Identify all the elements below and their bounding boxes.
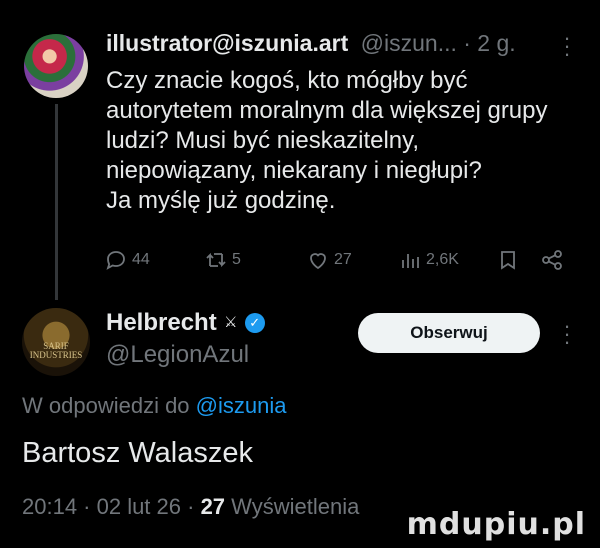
like-count: 27 (334, 251, 352, 268)
tweet2-handle[interactable]: @LegionAzul (106, 341, 249, 369)
reply-context: W odpowiedzi do @iszunia (22, 393, 287, 419)
tweet1-display-name[interactable]: illustrator@iszunia.art (106, 30, 348, 56)
views-count: 2,6K (426, 251, 459, 268)
verified-icon: ✓ (244, 313, 265, 333)
tweet2-timestamp-row: 20:14 · 02 lut 26 · 27 Wyświetlenia (22, 494, 359, 520)
repost-icon (206, 252, 226, 268)
tweet2-text: Bartosz Walaszek (22, 437, 253, 469)
tweet1-line: autorytetem moralnym dla większej grupy (106, 97, 548, 124)
tweet1-text: Czy znacie kogoś, kto mógłby być autoryt… (106, 66, 566, 216)
avatar-illustrator[interactable] (24, 34, 88, 98)
reply-button[interactable]: 44 (104, 246, 150, 274)
share-button[interactable] (540, 246, 568, 274)
tweet1-line: niepowiązany, niekarany i niegłupi? (106, 157, 482, 184)
tweet2-timestamp[interactable]: 20:14 · 02 lut 26 · (22, 494, 201, 519)
tweet2-display-name[interactable]: Helbrecht (106, 309, 217, 337)
reply-count: 44 (132, 251, 150, 268)
tweet1-line: ludzi? Musi być nieskazitelny, (106, 127, 420, 154)
views-icon (402, 254, 419, 268)
bookmark-icon (501, 251, 515, 270)
more-icon[interactable]: · · · (560, 315, 574, 353)
watermark-logo: mdupiu.pl (406, 507, 586, 542)
views-button[interactable]: 2,6K (398, 246, 459, 274)
tweet1-line: Ja myślę już godzinę. (106, 187, 336, 214)
thread-line (55, 104, 58, 300)
more-icon[interactable]: · · · (560, 27, 574, 65)
share-icon (542, 250, 562, 270)
like-icon (310, 253, 326, 270)
tweet1-meta: @iszun... · 2 g. (360, 30, 516, 56)
repost-button[interactable]: 5 (204, 246, 241, 274)
flag-icon: ⚔ (223, 314, 238, 331)
avatar-seal-text: SARIF INDUSTRIES (29, 341, 83, 360)
tweet2-view-label: Wyświetlenia (225, 494, 360, 519)
bookmark-button[interactable] (496, 246, 524, 274)
tweet1-header: illustrator@iszunia.art @iszun... · 2 g. (106, 30, 516, 57)
reply-icon (106, 251, 125, 270)
reply-mention-link[interactable]: @iszunia (196, 393, 287, 418)
reply-prefix: W odpowiedzi do (22, 393, 190, 418)
avatar-helbrecht[interactable]: SARIF INDUSTRIES (22, 308, 90, 376)
like-button[interactable]: 27 (306, 246, 352, 274)
tweet2-name-row: Helbrecht ⚔ ✓ (106, 309, 265, 337)
follow-button[interactable]: Obserwuj (358, 313, 540, 353)
tweet2-view-count: 27 (200, 494, 226, 519)
tweet1-line: Czy znacie kogoś, kto mógłby być (106, 67, 468, 94)
repost-count: 5 (232, 251, 241, 268)
